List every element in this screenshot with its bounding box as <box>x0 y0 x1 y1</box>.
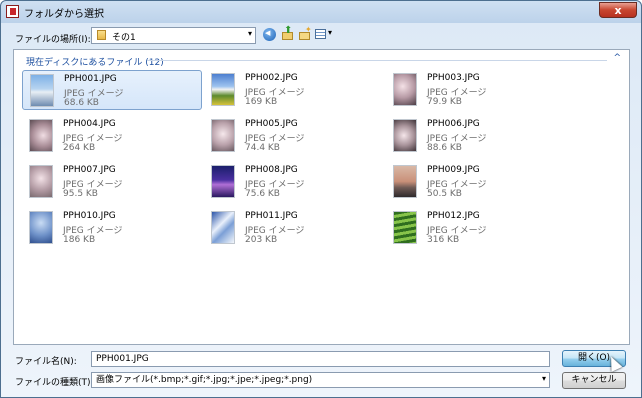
file-name: PPH008.JPG <box>245 165 298 175</box>
filename-input[interactable]: PPH001.JPG <box>91 351 550 367</box>
file-name: PPH006.JPG <box>427 119 480 129</box>
file-item[interactable]: PPH008.JPG JPEG イメージ 75.6 KB <box>204 162 384 202</box>
file-size: 88.6 KB <box>427 143 462 153</box>
file-size: 50.5 KB <box>427 189 462 199</box>
filetype-value: 画像ファイル(*.bmp;*.gif;*.jpg;*.jpe;*.jpeg;*.… <box>96 375 313 385</box>
file-name: PPH009.JPG <box>427 165 480 175</box>
file-size: 95.5 KB <box>63 189 98 199</box>
file-size: 169 KB <box>245 97 278 107</box>
file-name: PPH002.JPG <box>245 73 298 83</box>
file-size: 79.9 KB <box>427 97 462 107</box>
thumbnail-image <box>211 165 235 198</box>
thumbnail-image <box>393 165 417 198</box>
chevron-down-icon[interactable]: ▾ <box>542 374 546 384</box>
location-combo[interactable]: その1 ▾ <box>91 27 256 44</box>
app-icon <box>6 5 19 18</box>
up-folder-icon[interactable] <box>281 25 294 41</box>
file-name: PPH001.JPG <box>64 74 117 84</box>
thumbnail-image <box>393 73 417 106</box>
location-value: その1 <box>112 33 136 43</box>
thumbnail-image <box>30 74 54 107</box>
file-name: PPH011.JPG <box>245 211 298 221</box>
file-item[interactable]: PPH004.JPG JPEG イメージ 264 KB <box>22 116 202 156</box>
cancel-button[interactable]: キャンセル <box>562 372 626 389</box>
filetype-label: ファイルの種類(T): <box>15 378 94 388</box>
file-item[interactable]: PPH006.JPG JPEG イメージ 88.6 KB <box>386 116 566 156</box>
thumbnail-image <box>393 119 417 152</box>
title-bar[interactable]: フォルダから選択 x <box>1 1 641 23</box>
file-size: 186 KB <box>63 235 96 245</box>
file-item[interactable]: PPH011.JPG JPEG イメージ 203 KB <box>204 208 384 248</box>
file-name: PPH012.JPG <box>427 211 480 221</box>
file-name: PPH005.JPG <box>245 119 298 129</box>
thumbnail-image <box>211 73 235 106</box>
thumbnail-image <box>29 211 53 244</box>
back-icon[interactable] <box>263 28 276 41</box>
file-item[interactable]: PPH012.JPG JPEG イメージ 316 KB <box>386 208 566 248</box>
file-item[interactable]: PPH007.JPG JPEG イメージ 95.5 KB <box>22 162 202 202</box>
file-size: 75.6 KB <box>245 189 280 199</box>
thumbnail-image <box>29 119 53 152</box>
file-name: PPH010.JPG <box>63 211 116 221</box>
window-title: フォルダから選択 <box>24 9 104 20</box>
file-item[interactable]: PPH003.JPG JPEG イメージ 79.9 KB <box>386 70 566 110</box>
chevron-down-icon[interactable]: ▾ <box>248 29 252 38</box>
file-name: PPH004.JPG <box>63 119 116 129</box>
thumbnail-image <box>211 211 235 244</box>
file-name: PPH003.JPG <box>427 73 480 83</box>
location-label: ファイルの場所(I): <box>15 35 91 45</box>
folder-icon <box>97 30 106 40</box>
file-item[interactable]: PPH005.JPG JPEG イメージ 74.4 KB <box>204 116 384 156</box>
thumbnail-image <box>211 119 235 152</box>
file-size: 68.6 KB <box>64 98 99 108</box>
close-button[interactable]: x <box>599 2 637 18</box>
group-divider <box>147 60 607 61</box>
filetype-select[interactable]: 画像ファイル(*.bmp;*.gif;*.jpg;*.jpe;*.jpeg;*.… <box>91 372 550 388</box>
collapse-icon[interactable]: ^ <box>613 53 621 63</box>
new-folder-icon[interactable] <box>298 25 312 41</box>
file-list[interactable]: 現在ディスクにあるファイル (12) ^ PPH001.JPG JPEG イメー… <box>13 49 630 345</box>
group-header[interactable]: 現在ディスクにあるファイル (12) <box>26 55 164 68</box>
file-size: 316 KB <box>427 235 460 245</box>
thumbnail-image <box>393 211 417 244</box>
file-item[interactable]: PPH009.JPG JPEG イメージ 50.5 KB <box>386 162 566 202</box>
view-menu-icon[interactable] <box>315 28 335 41</box>
file-size: 74.4 KB <box>245 143 280 153</box>
file-item[interactable]: PPH002.JPG JPEG イメージ 169 KB <box>204 70 384 110</box>
file-size: 203 KB <box>245 235 278 245</box>
file-item[interactable]: PPH010.JPG JPEG イメージ 186 KB <box>22 208 202 248</box>
file-size: 264 KB <box>63 143 96 153</box>
filename-label: ファイル名(N): <box>15 357 77 367</box>
file-dialog-window: フォルダから選択 x ファイルの場所(I): その1 ▾ 現在ディスクにあるファ… <box>0 0 642 398</box>
file-item[interactable]: PPH001.JPG JPEG イメージ 68.6 KB <box>22 70 202 110</box>
thumbnail-image <box>29 165 53 198</box>
file-name: PPH007.JPG <box>63 165 116 175</box>
